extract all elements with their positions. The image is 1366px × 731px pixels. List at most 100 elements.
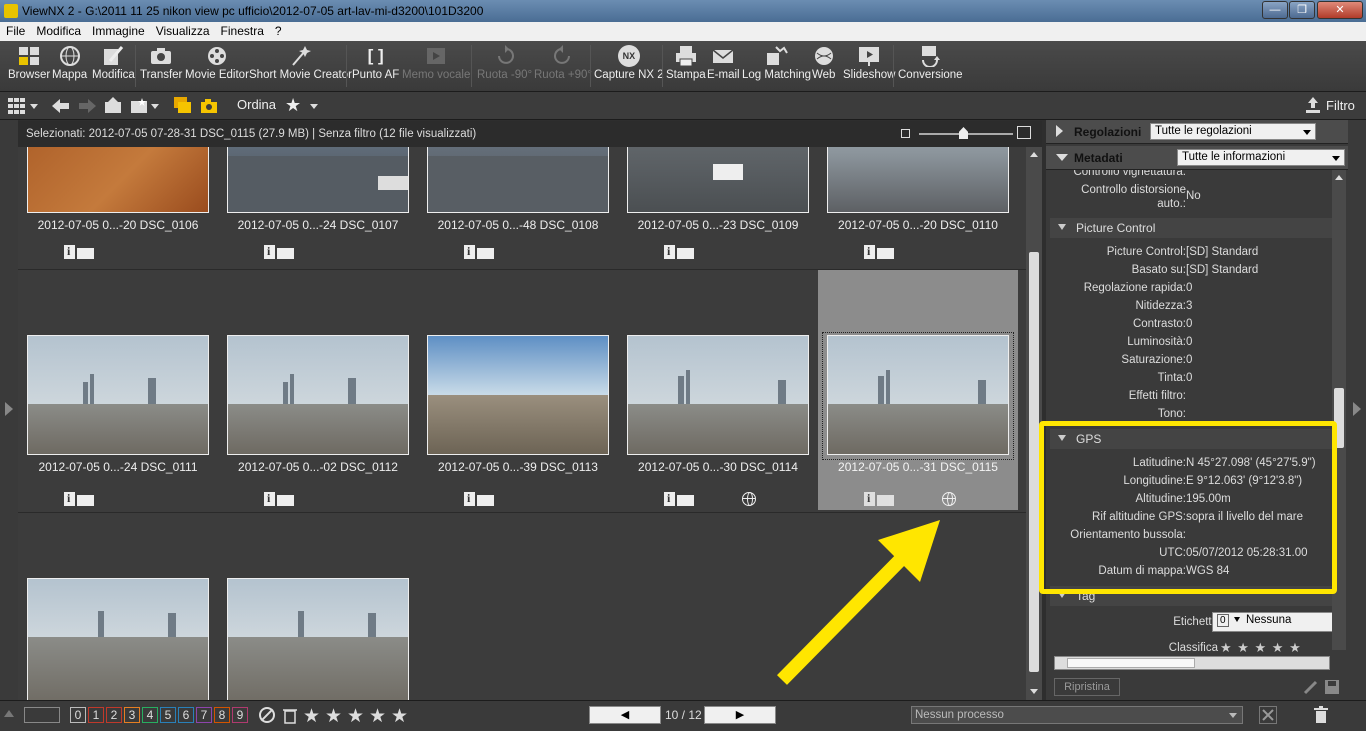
maximize-button[interactable]: ❐ [1289, 1, 1315, 19]
rating-star-1[interactable]: ★ [303, 705, 320, 728]
filtro-label[interactable]: Filtro [1326, 98, 1355, 113]
memo-vocale-button[interactable]: Memo vocale [402, 45, 470, 81]
label-filter-7[interactable]: 7 [196, 707, 212, 723]
transfer-button[interactable]: Transfer [140, 45, 182, 81]
thumbnail-image[interactable] [227, 335, 409, 455]
info-icon[interactable] [664, 244, 694, 259]
label-filter-3[interactable]: 3 [124, 707, 140, 723]
folder-favorite-icon[interactable] [130, 97, 148, 114]
star-sort-icon[interactable]: ★ [285, 95, 301, 116]
label-filter-2[interactable]: 2 [106, 707, 122, 723]
info-icon[interactable] [464, 244, 494, 259]
cancel-process-button[interactable] [1259, 706, 1277, 724]
gps-globe-icon[interactable] [742, 492, 756, 506]
info-icon[interactable] [464, 491, 494, 506]
label-filter-6[interactable]: 6 [178, 707, 194, 723]
stampa-button[interactable]: Stampa [666, 45, 706, 81]
panel-horizontal-scrollbar[interactable] [1054, 656, 1330, 670]
info-icon[interactable] [64, 244, 94, 259]
rotate-left-button[interactable]: Ruota -90° [477, 45, 532, 81]
save-icon[interactable] [1324, 679, 1340, 695]
rating-star-3[interactable]: ★ [347, 705, 364, 728]
thumbnail-cell-selected[interactable]: 2012-07-05 0...-31 DSC_0115 [818, 270, 1018, 510]
sort-dropdown-arrow-icon[interactable] [310, 104, 318, 109]
thumbnail-image[interactable] [427, 147, 609, 213]
thumbnail-cell[interactable]: 2012-07-05 0...-02 DSC_0112 [218, 270, 418, 510]
thumbnail-image[interactable] [827, 147, 1009, 213]
ripristina-button[interactable]: Ripristina [1054, 678, 1120, 696]
trash-icon[interactable] [1313, 706, 1329, 724]
info-icon[interactable] [864, 491, 894, 506]
info-icon[interactable] [864, 244, 894, 259]
rotate-right-button[interactable]: Ruota +90° [534, 45, 592, 81]
info-icon[interactable] [264, 491, 294, 506]
left-panel-toggle[interactable] [0, 120, 18, 700]
conversione-button[interactable]: Conversione [898, 45, 963, 81]
filter-export-icon[interactable] [1305, 97, 1321, 114]
label-filter-5[interactable]: 5 [160, 707, 176, 723]
label-filter-8[interactable]: 8 [214, 707, 230, 723]
info-icon[interactable] [664, 491, 694, 506]
etichetta-select[interactable]: 0 Nessuna [1212, 612, 1334, 632]
thumbnail-size-slider-handle[interactable] [959, 127, 968, 139]
thumbnail-image[interactable] [27, 578, 209, 700]
layers-yellow-icon[interactable] [174, 97, 192, 114]
thumbnail-image[interactable] [27, 147, 209, 213]
menu-file[interactable]: File [0, 22, 30, 38]
small-thumb-size-icon[interactable] [901, 129, 910, 138]
email-button[interactable]: E-mail [707, 45, 740, 81]
forward-arrow-icon[interactable] [78, 98, 96, 114]
grid-view-icon[interactable] [8, 98, 26, 114]
label-filter-1[interactable]: 1 [88, 707, 104, 723]
info-icon[interactable] [264, 244, 294, 259]
back-arrow-icon[interactable] [52, 98, 70, 114]
next-image-button[interactable]: ▶ [704, 706, 776, 724]
thumbnail-cell[interactable] [218, 513, 418, 700]
rating-star-4[interactable]: ★ [369, 705, 386, 728]
rating-star-2[interactable]: ★ [325, 705, 342, 728]
collapse-up-icon[interactable] [4, 710, 14, 717]
folder-up-icon[interactable] [104, 97, 122, 114]
menu-finestra[interactable]: Finestra [215, 22, 269, 38]
web-button[interactable]: Web [812, 45, 835, 81]
rating-star-5[interactable]: ★ [391, 705, 408, 728]
metadati-header[interactable]: Metadati Tutte le informazioni [1046, 146, 1348, 170]
camera-yellow-icon[interactable] [200, 97, 218, 114]
thumbnail-image[interactable] [827, 335, 1009, 455]
menu-visualizza[interactable]: Visualizza [150, 22, 215, 38]
ordina-label[interactable]: Ordina [237, 97, 276, 112]
menu-immagine[interactable]: Immagine [86, 22, 150, 38]
menu-help[interactable]: ? [269, 22, 287, 38]
label-filter-0[interactable]: 0 [70, 707, 86, 723]
thumbnail-cell[interactable]: 2012-07-05 0...-24 DSC_0111 [18, 270, 218, 510]
scroll-down-icon[interactable] [1030, 689, 1038, 694]
metadati-select[interactable]: Tutte le informazioni [1177, 149, 1345, 166]
folder-dropdown-arrow-icon[interactable] [151, 104, 159, 109]
punto-af-button[interactable]: [ ] Punto AF [352, 45, 399, 81]
grid-scrollbar-thumb[interactable] [1029, 252, 1039, 672]
label-filter-9[interactable]: 9 [232, 707, 248, 723]
thumbnail-cell[interactable]: 2012-07-05 0...-39 DSC_0113 [418, 270, 618, 510]
thumbnail-image[interactable] [427, 335, 609, 455]
previous-image-button[interactable]: ◀ [589, 706, 661, 724]
brush-icon[interactable] [1302, 679, 1318, 695]
gps-globe-icon[interactable] [942, 492, 956, 506]
thumbnail-image[interactable] [27, 335, 209, 455]
movie-editor-button[interactable]: Movie Editor [185, 45, 249, 81]
info-icon[interactable] [64, 491, 94, 506]
menu-modifica[interactable]: Modifica [30, 22, 86, 38]
slideshow-button[interactable]: Slideshow [843, 45, 895, 81]
thumbnail-image[interactable] [227, 578, 409, 700]
thumbnail-cell[interactable] [18, 513, 218, 700]
thumbnail-cell[interactable]: 2012-07-05 0...-30 DSC_0114 [618, 270, 818, 510]
capture-nx-button[interactable]: NX Capture NX 2 [594, 45, 664, 81]
trash-rating-icon[interactable] [282, 706, 298, 724]
picture-control-section-header[interactable]: Picture Control [1050, 218, 1332, 238]
thumbnail-image[interactable] [627, 147, 809, 213]
label-filter-4[interactable]: 4 [142, 707, 158, 723]
scroll-up-icon[interactable] [1335, 175, 1343, 180]
minimize-button[interactable]: — [1262, 1, 1288, 19]
thumbnail-image[interactable] [227, 147, 409, 213]
modifica-button[interactable]: Modifica [92, 45, 135, 81]
browser-button[interactable]: Browser [8, 45, 50, 81]
